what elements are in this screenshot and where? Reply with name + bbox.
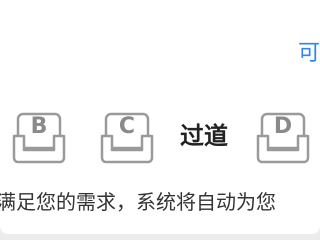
auto-assign-notice: 满足您的需求，系统将自动为您 (0, 190, 276, 214)
seat-selection-card: 可 B C 过道 D 满足您的需求，系统将自动为您 (0, 0, 320, 234)
bottom-divider (0, 234, 320, 240)
header-link[interactable]: 可 (298, 40, 320, 68)
seat-c-button[interactable]: C (96, 112, 158, 168)
seat-b-button[interactable]: B (8, 112, 70, 168)
seat-letter: D (273, 114, 293, 139)
seat-d-button[interactable]: D (252, 112, 314, 168)
seat-letter: C (118, 114, 136, 139)
aisle-label: 过道 (180, 122, 228, 150)
seat-letter: B (30, 114, 48, 139)
